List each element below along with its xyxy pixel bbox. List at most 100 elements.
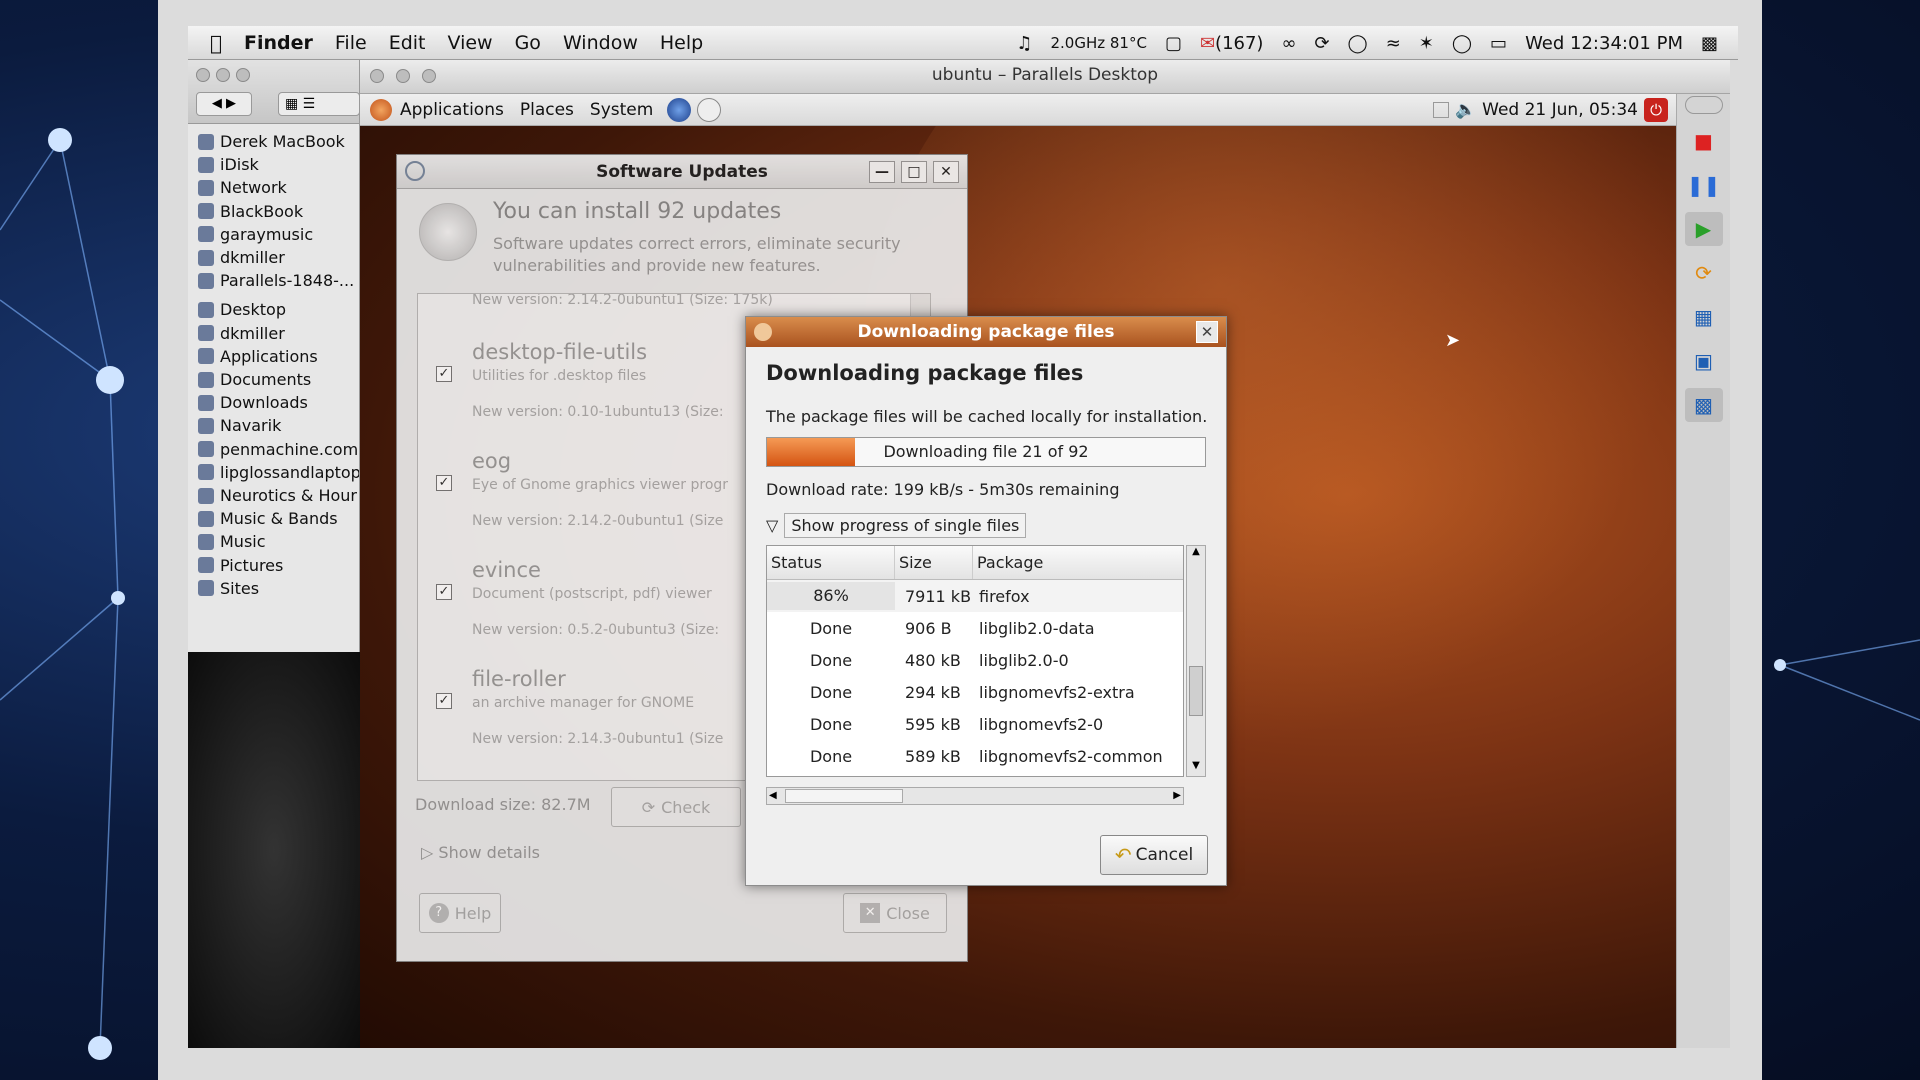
apple-menu-icon[interactable]:  (210, 31, 222, 55)
sidebar-item-applications[interactable]: Applications (198, 345, 359, 368)
mail-icon[interactable]: ✉(167) (1200, 33, 1264, 54)
table-row[interactable]: Done 294 kB libgnomevfs2-extra (767, 676, 1183, 708)
scroll-left-icon[interactable]: ◀ (769, 788, 777, 804)
email-client-icon[interactable] (697, 97, 722, 122)
sidebar-item-desktop[interactable]: Desktop (198, 298, 359, 321)
sidebar-item-music-bands[interactable]: Music & Bands (198, 507, 359, 530)
parallels-minimize-button[interactable] (396, 69, 410, 83)
table-row[interactable]: Done 480 kB libglib2.0-0 (767, 644, 1183, 676)
sidebar-item-lipgloss[interactable]: lipglossandlaptop (198, 461, 359, 484)
sidebar-item-garaymusic[interactable]: garaymusic (198, 223, 359, 246)
close-button[interactable]: ✕ (933, 161, 959, 183)
scroll-up-icon[interactable]: ▲ (1187, 546, 1205, 562)
sidebar-item-idisk[interactable]: iDisk (198, 153, 359, 176)
menu-go[interactable]: Go (515, 32, 541, 54)
reset-icon[interactable]: ⟳ (1685, 256, 1723, 290)
minimize-button[interactable]: — (869, 161, 895, 183)
show-progress-expander[interactable]: ▽ Show progress of single files (766, 513, 1027, 538)
dialog-close-button[interactable]: ✕ (1196, 321, 1218, 343)
horizontal-scrollbar[interactable]: ◀ ▶ (766, 787, 1184, 805)
parallels-close-button[interactable] (370, 69, 384, 83)
link-icon[interactable]: ∞ (1281, 33, 1296, 54)
table-row[interactable]: Done 589 kB libgnomevfs2-common (767, 740, 1183, 772)
back-forward-buttons[interactable]: ◀ ▶ (196, 92, 252, 116)
sidebar-item-dkmiller-device[interactable]: dkmiller (198, 246, 359, 269)
menubar-clock[interactable]: Wed 12:34:01 PM (1525, 33, 1683, 54)
table-row[interactable]: Done 595 kB libgnomevfs2-0 (767, 708, 1183, 740)
menu-window[interactable]: Window (563, 32, 638, 54)
sidebar-item-blackbook[interactable]: BlackBook (198, 200, 359, 223)
sidebar-item-documents[interactable]: Documents (198, 368, 359, 391)
wifi-icon[interactable]: ≈ (1386, 33, 1401, 54)
sidebar-item-derek-macbook[interactable]: Derek MacBook (198, 130, 359, 153)
menu-help[interactable]: Help (660, 32, 703, 54)
window-icon[interactable]: ▢ (1165, 33, 1182, 54)
sidebar-item-network[interactable]: Network (198, 176, 359, 199)
display-icon[interactable]: ▭ (1490, 33, 1507, 54)
volume-icon[interactable]: 🔈 (1455, 100, 1476, 120)
battery-icon[interactable]: ▩ (1701, 33, 1718, 54)
show-details-expander[interactable]: ▷ Show details (421, 843, 540, 862)
stop-icon[interactable]: ■ (1685, 124, 1723, 158)
update-checkbox[interactable]: ✓ (436, 366, 452, 382)
menu-file[interactable]: File (335, 32, 367, 54)
parallels-zoom-button[interactable] (422, 69, 436, 83)
gnome-clock[interactable]: Wed 21 Jun, 05:34 (1482, 100, 1638, 120)
finder-close-button[interactable] (196, 68, 210, 82)
toolbar-pill-button[interactable] (1684, 96, 1723, 114)
update-checkbox[interactable]: ✓ (436, 584, 452, 600)
view-mode-buttons[interactable]: ▦ ☰ (278, 92, 360, 116)
sidebar-item-parallels[interactable]: Parallels-1848-... (198, 269, 359, 292)
menu-places[interactable]: Places (520, 100, 574, 120)
coherence-icon[interactable]: ▦ (1685, 300, 1723, 334)
software-updates-titlebar[interactable]: Software Updates — □ ✕ (397, 155, 967, 189)
power-icon[interactable]: ⏻ (1644, 97, 1668, 122)
sidebar-item-dkmiller[interactable]: dkmiller (198, 322, 359, 345)
menu-edit[interactable]: Edit (389, 32, 426, 54)
music-note-icon[interactable]: ♫ (1016, 33, 1032, 54)
update-checkbox[interactable]: ✓ (436, 693, 452, 709)
menu-view[interactable]: View (447, 32, 492, 54)
scroll-thumb[interactable] (1189, 666, 1203, 716)
cpu-status[interactable]: 2.0GHz 81°C (1050, 34, 1146, 52)
download-dialog-titlebar[interactable]: Downloading package files ✕ (746, 317, 1226, 347)
table-row[interactable]: 86% 7911 kB firefox (767, 580, 1183, 612)
sidebar-item-penmachine[interactable]: penmachine.com (198, 438, 359, 461)
menu-finder[interactable]: Finder (244, 32, 313, 54)
finder-minimize-button[interactable] (216, 68, 230, 82)
play-icon[interactable]: ▶ (1684, 212, 1723, 246)
column-size[interactable]: Size (895, 546, 973, 579)
headphones-icon[interactable]: ◯ (1452, 33, 1472, 54)
finder-zoom-button[interactable] (236, 68, 250, 82)
check-button[interactable]: ⟳ Check (611, 787, 741, 827)
bluetooth-icon[interactable]: ✶ (1419, 33, 1434, 54)
parallels-titlebar[interactable]: ubuntu – Parallels Desktop (360, 60, 1730, 94)
sidebar-item-navarik[interactable]: Navarik (198, 414, 359, 437)
sync-icon[interactable]: ⟳ (1314, 33, 1329, 54)
table-row[interactable]: Done 906 B libglib2.0-data (767, 612, 1183, 644)
close-dialog-button[interactable]: ✕ Close (843, 893, 947, 933)
sidebar-item-downloads[interactable]: Downloads (198, 391, 359, 414)
menu-applications[interactable]: Applications (400, 100, 504, 120)
scroll-down-icon[interactable]: ▼ (1187, 760, 1205, 776)
files-table[interactable]: Status Size Package 86% 7911 kB firefox … (766, 545, 1184, 777)
hscroll-thumb[interactable] (785, 789, 903, 803)
screenshot-icon[interactable]: ▣ (1685, 344, 1723, 378)
sidebar-item-music[interactable]: Music (198, 530, 359, 553)
sidebar-item-pictures[interactable]: Pictures (198, 554, 359, 577)
column-package[interactable]: Package (973, 546, 1183, 579)
pause-icon[interactable]: ❚❚ (1685, 168, 1723, 202)
menu-system[interactable]: System (590, 100, 653, 120)
sidebar-item-neurotics[interactable]: Neurotics & Hour (198, 484, 359, 507)
scroll-right-icon[interactable]: ▶ (1173, 788, 1181, 804)
vertical-scrollbar[interactable]: ▲ ▼ (1186, 545, 1206, 777)
help-button[interactable]: ? Help (419, 893, 501, 933)
column-status[interactable]: Status (767, 546, 895, 579)
fullscreen-icon[interactable]: ▩ (1684, 388, 1723, 422)
sidebar-item-sites[interactable]: Sites (198, 577, 359, 600)
maximize-button[interactable]: □ (901, 161, 927, 183)
ubuntu-logo-icon[interactable] (370, 98, 392, 121)
notification-icon[interactable] (1432, 101, 1449, 118)
web-browser-icon[interactable] (667, 97, 692, 122)
status-circle-icon[interactable]: ◯ (1348, 33, 1368, 54)
